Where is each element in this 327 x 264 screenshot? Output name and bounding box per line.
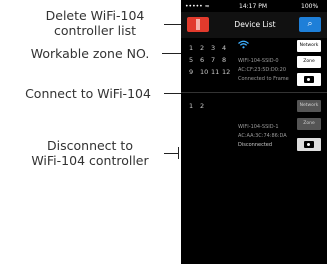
callout-delete: Delete WiFi-104 controller list [20,8,170,38]
network-button-2[interactable]: Network [297,100,321,112]
zone-row: 1234 [189,42,233,54]
search-icon: ⌕ [307,19,313,29]
zone-number[interactable]: 7 [211,54,222,66]
delete-list-button[interactable] [187,17,209,32]
device-status: Disconnected [238,142,273,148]
zone-number[interactable]: 5 [189,54,200,66]
callout-disconnect: Disconnect to WiFi-104 controller [8,138,172,168]
zone-row: 9 10 11 12 [189,66,233,78]
device-mac: AC:AA:3C:74:86:DA [238,133,287,139]
status-time: 14:17 PM [239,3,267,10]
callout-connect: Connect to WiFi-104 [25,86,151,101]
callout-zone: Workable zone NO. [30,46,150,61]
device-mac: AC:CF:23:5D:D0:20 [238,67,287,73]
zone-button-1[interactable]: Zone [297,56,321,68]
zone-number[interactable]: 2 [200,42,211,54]
zone-number[interactable]: 11 [211,66,222,78]
device-info-2: WIFI-104-SSID-1 AC:AA:3C:74:86:DA Discon… [238,123,287,150]
zone-grid-1: 1234 5678 9 10 11 12 [189,42,233,78]
device-info-1: WIFI-104-SSID-0 AC:CF:23:5D:D0:20 Connec… [238,57,289,84]
zone-number[interactable]: 6 [200,54,211,66]
zone-grid-2: 12 [189,100,211,112]
device-status: Connected to Frame [238,76,289,82]
page-title: Device List [234,20,276,29]
phone-screen: ••••• ≈ 14:17 PM 100% Device List ⌕ 1234… [181,0,327,264]
callout-disconnect-line2: WiFi-104 controller [31,153,149,168]
wifi-icon [238,40,249,52]
zone-row: 12 [189,100,211,112]
zone-number[interactable]: 1 [189,42,200,54]
leader-disconnect-bracket [178,147,179,159]
zone-row: 5678 [189,54,233,66]
callout-delete-line2: controller list [54,23,136,38]
zone-number[interactable]: 4 [222,42,233,54]
zone-number[interactable]: 3 [211,42,222,54]
device-ssid: WIFI-104-SSID-1 [238,124,279,130]
status-bar: ••••• ≈ 14:17 PM 100% [181,0,327,12]
zone-button-2[interactable]: Zone [297,118,321,130]
zone-number[interactable]: 2 [200,100,211,112]
status-battery: 100% [301,3,319,10]
leader-disconnect [164,153,178,154]
device-ssid: WIFI-104-SSID-0 [238,58,279,64]
camera-button-1[interactable] [297,73,321,86]
zone-number[interactable]: 10 [200,66,211,78]
callout-delete-line1: Delete WiFi-104 [45,8,145,23]
callout-disconnect-line1: Disconnect to [47,138,133,153]
zone-number[interactable]: 12 [222,66,233,78]
status-carrier: ••••• ≈ [185,3,210,10]
zone-number[interactable]: 1 [189,100,200,112]
zone-number[interactable]: 8 [222,54,233,66]
network-button-1[interactable]: Network [297,40,321,52]
search-button[interactable]: ⌕ [299,17,321,32]
camera-button-2[interactable] [297,138,321,151]
zone-number[interactable]: 9 [189,66,200,78]
